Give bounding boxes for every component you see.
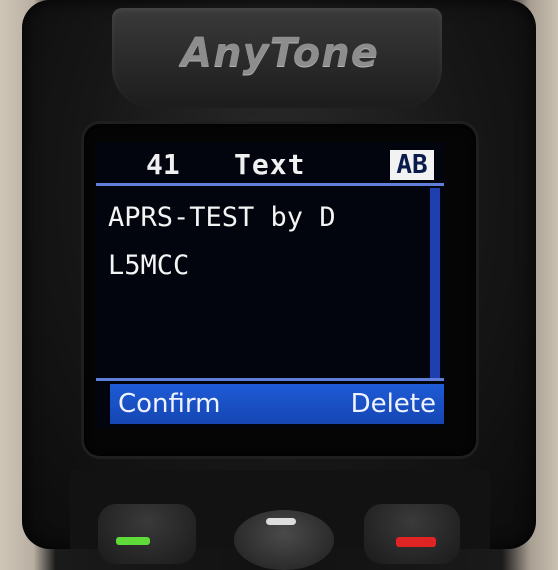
input-mode-indicator[interactable]: AB	[390, 150, 434, 180]
screen-title: Text	[234, 148, 306, 181]
green-key-indicator	[116, 537, 150, 545]
lcd-screen: 41 Text AB APRS-TEST by D L5MCC Confirm …	[96, 142, 444, 428]
footer-divider	[96, 378, 444, 381]
green-call-key[interactable]	[98, 504, 196, 564]
message-line-2: L5MCC	[108, 250, 190, 281]
confirm-softkey[interactable]: Confirm	[118, 384, 220, 424]
status-bar: 41 Text AB	[96, 148, 444, 182]
brand-logo: AnyTone	[181, 30, 379, 76]
header-divider	[96, 183, 444, 186]
message-number: 41	[146, 148, 180, 181]
message-text-area[interactable]: APRS-TEST by D L5MCC	[108, 194, 428, 290]
softkey-bar: Confirm Delete	[110, 384, 444, 424]
message-line-1: APRS-TEST by D	[108, 202, 336, 233]
scrollbar-thumb[interactable]	[430, 188, 440, 378]
delete-softkey[interactable]: Delete	[351, 384, 436, 424]
red-end-key[interactable]	[364, 504, 460, 564]
nav-key-mark	[266, 518, 296, 525]
red-key-indicator	[396, 537, 436, 547]
